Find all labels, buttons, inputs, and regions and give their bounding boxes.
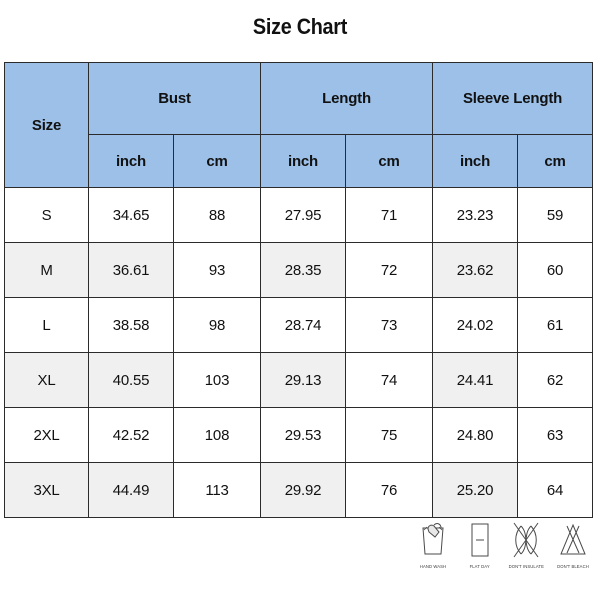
cell-length-inch: 27.95 <box>260 187 347 243</box>
cell-sleeve-inch: 23.62 <box>432 242 519 298</box>
cell-bust-inch: 34.65 <box>88 187 174 243</box>
cell-size: M <box>4 242 89 298</box>
cell-bust-inch: 38.58 <box>88 297 174 353</box>
cell-length-inch: 28.35 <box>260 242 347 298</box>
cell-bust-cm: 98 <box>172 297 262 353</box>
care-label: HAND WASH <box>419 564 447 569</box>
cell-length-cm: 75 <box>345 407 434 463</box>
cell-bust-cm: 108 <box>172 407 262 463</box>
cell-sleeve-cm: 60 <box>517 242 594 298</box>
column-header-bust-cm: cm <box>172 134 262 188</box>
cell-size: 3XL <box>4 462 89 518</box>
cell-bust-inch: 36.61 <box>88 242 174 298</box>
page-title: Size Chart <box>252 14 348 39</box>
table-header: Size Bust Length Sleeve Length inch cm i… <box>4 62 594 188</box>
column-group-bust: Bust <box>87 62 262 135</box>
cell-length-inch: 29.53 <box>260 407 347 463</box>
care-item-hand-wash: HAND WASH <box>412 518 454 569</box>
size-chart-table: Size Bust Length Sleeve Length inch cm i… <box>4 62 594 518</box>
cell-sleeve-inch: 24.41 <box>432 352 519 408</box>
column-header-sleeve-inch: inch <box>432 134 519 188</box>
column-header-length-cm: cm <box>345 134 434 188</box>
care-item-dont-bleach: DON'T BLEACH <box>552 518 594 569</box>
table-header-unit-row: inch cm inch cm inch cm <box>5 134 594 188</box>
table-body: S 34.65 88 27.95 71 23.23 59 M 36.61 93 … <box>4 187 594 518</box>
table-row: XL 40.55 103 29.13 74 24.41 62 <box>4 352 594 408</box>
cell-sleeve-cm: 61 <box>517 297 594 353</box>
cell-length-inch: 28.74 <box>260 297 347 353</box>
cell-sleeve-cm: 59 <box>517 187 594 243</box>
cell-length-inch: 29.92 <box>260 462 347 518</box>
column-group-sleeve-length: Sleeve Length <box>432 62 594 135</box>
cell-bust-inch: 40.55 <box>88 352 174 408</box>
cell-length-cm: 71 <box>345 187 434 243</box>
care-item-flat-dry: FLAT DAY <box>459 518 501 569</box>
dont-bleach-icon <box>558 518 588 562</box>
cell-bust-inch: 44.49 <box>88 462 174 518</box>
cell-sleeve-cm: 63 <box>517 407 594 463</box>
cell-size: XL <box>4 352 89 408</box>
care-label: DON'T BLEACH <box>557 564 589 569</box>
table-header-group-row: Size Bust Length Sleeve Length <box>4 62 594 188</box>
table-row: 3XL 44.49 113 29.92 76 25.20 64 <box>4 462 594 518</box>
cell-length-cm: 74 <box>345 352 434 408</box>
flat-dry-icon <box>467 518 493 562</box>
table-row: 2XL 42.52 108 29.53 75 24.80 63 <box>4 407 594 463</box>
dont-wring-icon <box>511 518 541 562</box>
column-header-size: Size <box>4 62 89 188</box>
table-row: M 36.61 93 28.35 72 23.62 60 <box>4 242 594 298</box>
cell-sleeve-inch: 24.80 <box>432 407 519 463</box>
cell-bust-cm: 103 <box>172 352 262 408</box>
care-item-dont-wring: DON'T INSULATE <box>505 518 547 569</box>
cell-sleeve-inch: 23.23 <box>432 187 519 243</box>
cell-length-cm: 73 <box>345 297 434 353</box>
table-row: L 38.58 98 28.74 73 24.02 61 <box>4 297 594 353</box>
column-header-length-inch: inch <box>260 134 347 188</box>
column-header-bust-inch: inch <box>88 134 174 188</box>
care-label: FLAT DAY <box>469 564 490 569</box>
cell-sleeve-cm: 62 <box>517 352 594 408</box>
cell-length-cm: 76 <box>345 462 434 518</box>
cell-size: 2XL <box>4 407 89 463</box>
column-group-length: Length <box>260 62 434 135</box>
cell-sleeve-cm: 64 <box>517 462 594 518</box>
column-header-sleeve-cm: cm <box>517 134 594 188</box>
cell-size: S <box>4 187 89 243</box>
cell-bust-cm: 113 <box>172 462 262 518</box>
cell-length-inch: 29.13 <box>260 352 347 408</box>
cell-bust-inch: 42.52 <box>88 407 174 463</box>
cell-length-cm: 72 <box>345 242 434 298</box>
cell-sleeve-inch: 24.02 <box>432 297 519 353</box>
care-instructions: HAND WASH FLAT DAY DON'T INSULATE DON'T … <box>412 518 594 590</box>
table-row: S 34.65 88 27.95 71 23.23 59 <box>4 187 594 243</box>
cell-sleeve-inch: 25.20 <box>432 462 519 518</box>
cell-bust-cm: 93 <box>172 242 262 298</box>
cell-bust-cm: 88 <box>172 187 262 243</box>
cell-size: L <box>4 297 89 353</box>
care-label: DON'T INSULATE <box>508 564 544 569</box>
hand-wash-icon <box>418 518 448 562</box>
